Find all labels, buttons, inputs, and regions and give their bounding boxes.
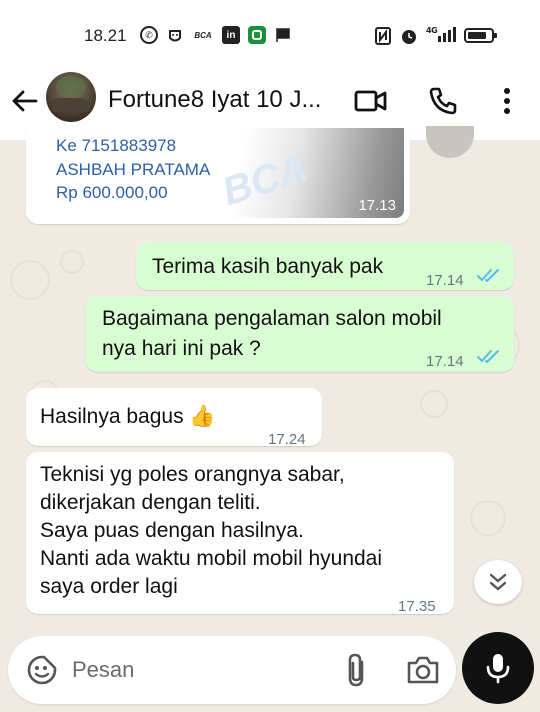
- receipt-amount: Rp 600.000,00: [56, 183, 168, 202]
- voice-call-button[interactable]: [426, 84, 460, 118]
- emoji-button[interactable]: [26, 654, 58, 686]
- status-bar: 18.21 ✆ BCA in 4G: [0, 0, 540, 64]
- message-text-line-2: dikerjakan dengan teliti.: [40, 491, 261, 514]
- incoming-message[interactable]: Hasilnya bagus 👍 17.24: [26, 388, 322, 448]
- linkedin-icon: in: [222, 26, 240, 44]
- nfc-icon: [374, 26, 392, 45]
- message-text: Hasilnya bagus 👍: [40, 405, 216, 428]
- outgoing-message[interactable]: Terima kasih banyak pak 17.14: [136, 242, 514, 290]
- message-text-line-1: Teknisi yg poles orangnya sabar,: [40, 463, 345, 486]
- message-text-line-3: Saya puas dengan hasilnya.: [40, 519, 304, 542]
- message-text: Terima kasih banyak pak: [152, 255, 384, 278]
- svg-text:4G: 4G: [426, 26, 437, 35]
- double-chevron-down-icon: [489, 573, 507, 591]
- video-call-button[interactable]: [354, 84, 388, 118]
- back-button[interactable]: [10, 86, 40, 116]
- voice-message-button[interactable]: [462, 632, 534, 704]
- camera-button[interactable]: [406, 654, 440, 686]
- transfer-receipt-image: BCA Ke 7151883978 ASHBAH PRATAMA Rp 600.…: [32, 128, 404, 218]
- attach-icon: [348, 653, 364, 687]
- outgoing-message[interactable]: Bagaimana pengalaman salon mobil nya har…: [86, 296, 514, 372]
- image-message[interactable]: BCA Ke 7151883978 ASHBAH PRATAMA Rp 600.…: [26, 128, 410, 224]
- chat-title[interactable]: Fortune8 Iyat 10 J...: [108, 86, 348, 114]
- back-arrow-icon: [12, 90, 38, 112]
- message-text-line-4: Nanti ada waktu mobil mobil hyundai: [40, 547, 383, 570]
- camera-icon: [407, 656, 439, 684]
- message-text-line-5: saya order lagi: [40, 575, 178, 598]
- message-input[interactable]: [72, 654, 322, 686]
- message-text-line-2: nya hari ini pak ?: [102, 337, 261, 360]
- emoji-icon: [27, 655, 57, 685]
- battery-icon: [464, 28, 497, 43]
- contact-avatar[interactable]: [46, 72, 96, 122]
- flag-icon: [274, 26, 292, 44]
- message-time: 17.35: [398, 598, 436, 615]
- status-time: 18.21: [84, 26, 127, 45]
- message-time: 17.24: [268, 431, 306, 448]
- network-4g-icon: 4G: [426, 26, 456, 45]
- receipt-account: Ke 7151883978: [56, 136, 177, 155]
- video-call-icon: [354, 90, 387, 112]
- receipt-name: ASHBAH PRATAMA: [56, 160, 211, 179]
- phone-call-icon: [429, 87, 457, 115]
- more-options-button[interactable]: [490, 84, 524, 118]
- bug-icon: [166, 26, 184, 44]
- more-options-icon: [504, 88, 510, 114]
- bca-watermark: BCA: [217, 145, 314, 215]
- mic-icon: [486, 654, 510, 684]
- whatsapp-icon: ✆: [140, 26, 158, 44]
- read-receipt-icon: [477, 269, 499, 282]
- shield-app-icon: [248, 26, 266, 44]
- message-time: 17.14: [426, 272, 464, 289]
- message-text-line-1: Bagaimana pengalaman salon mobil: [102, 307, 442, 330]
- attach-button[interactable]: [342, 652, 372, 688]
- notification-icons: ✆ BCA in: [140, 26, 292, 44]
- read-receipt-icon: [477, 350, 499, 363]
- message-time: 17.14: [426, 353, 464, 370]
- message-composer: [8, 636, 456, 704]
- system-icons: 4G: [374, 26, 497, 45]
- incoming-message[interactable]: Teknisi yg poles orangnya sabar, dikerja…: [26, 452, 454, 615]
- bca-icon: BCA: [194, 30, 212, 40]
- alarm-icon: [400, 27, 418, 45]
- message-time: 17.13: [358, 197, 396, 214]
- scroll-to-bottom-button[interactable]: [474, 560, 522, 604]
